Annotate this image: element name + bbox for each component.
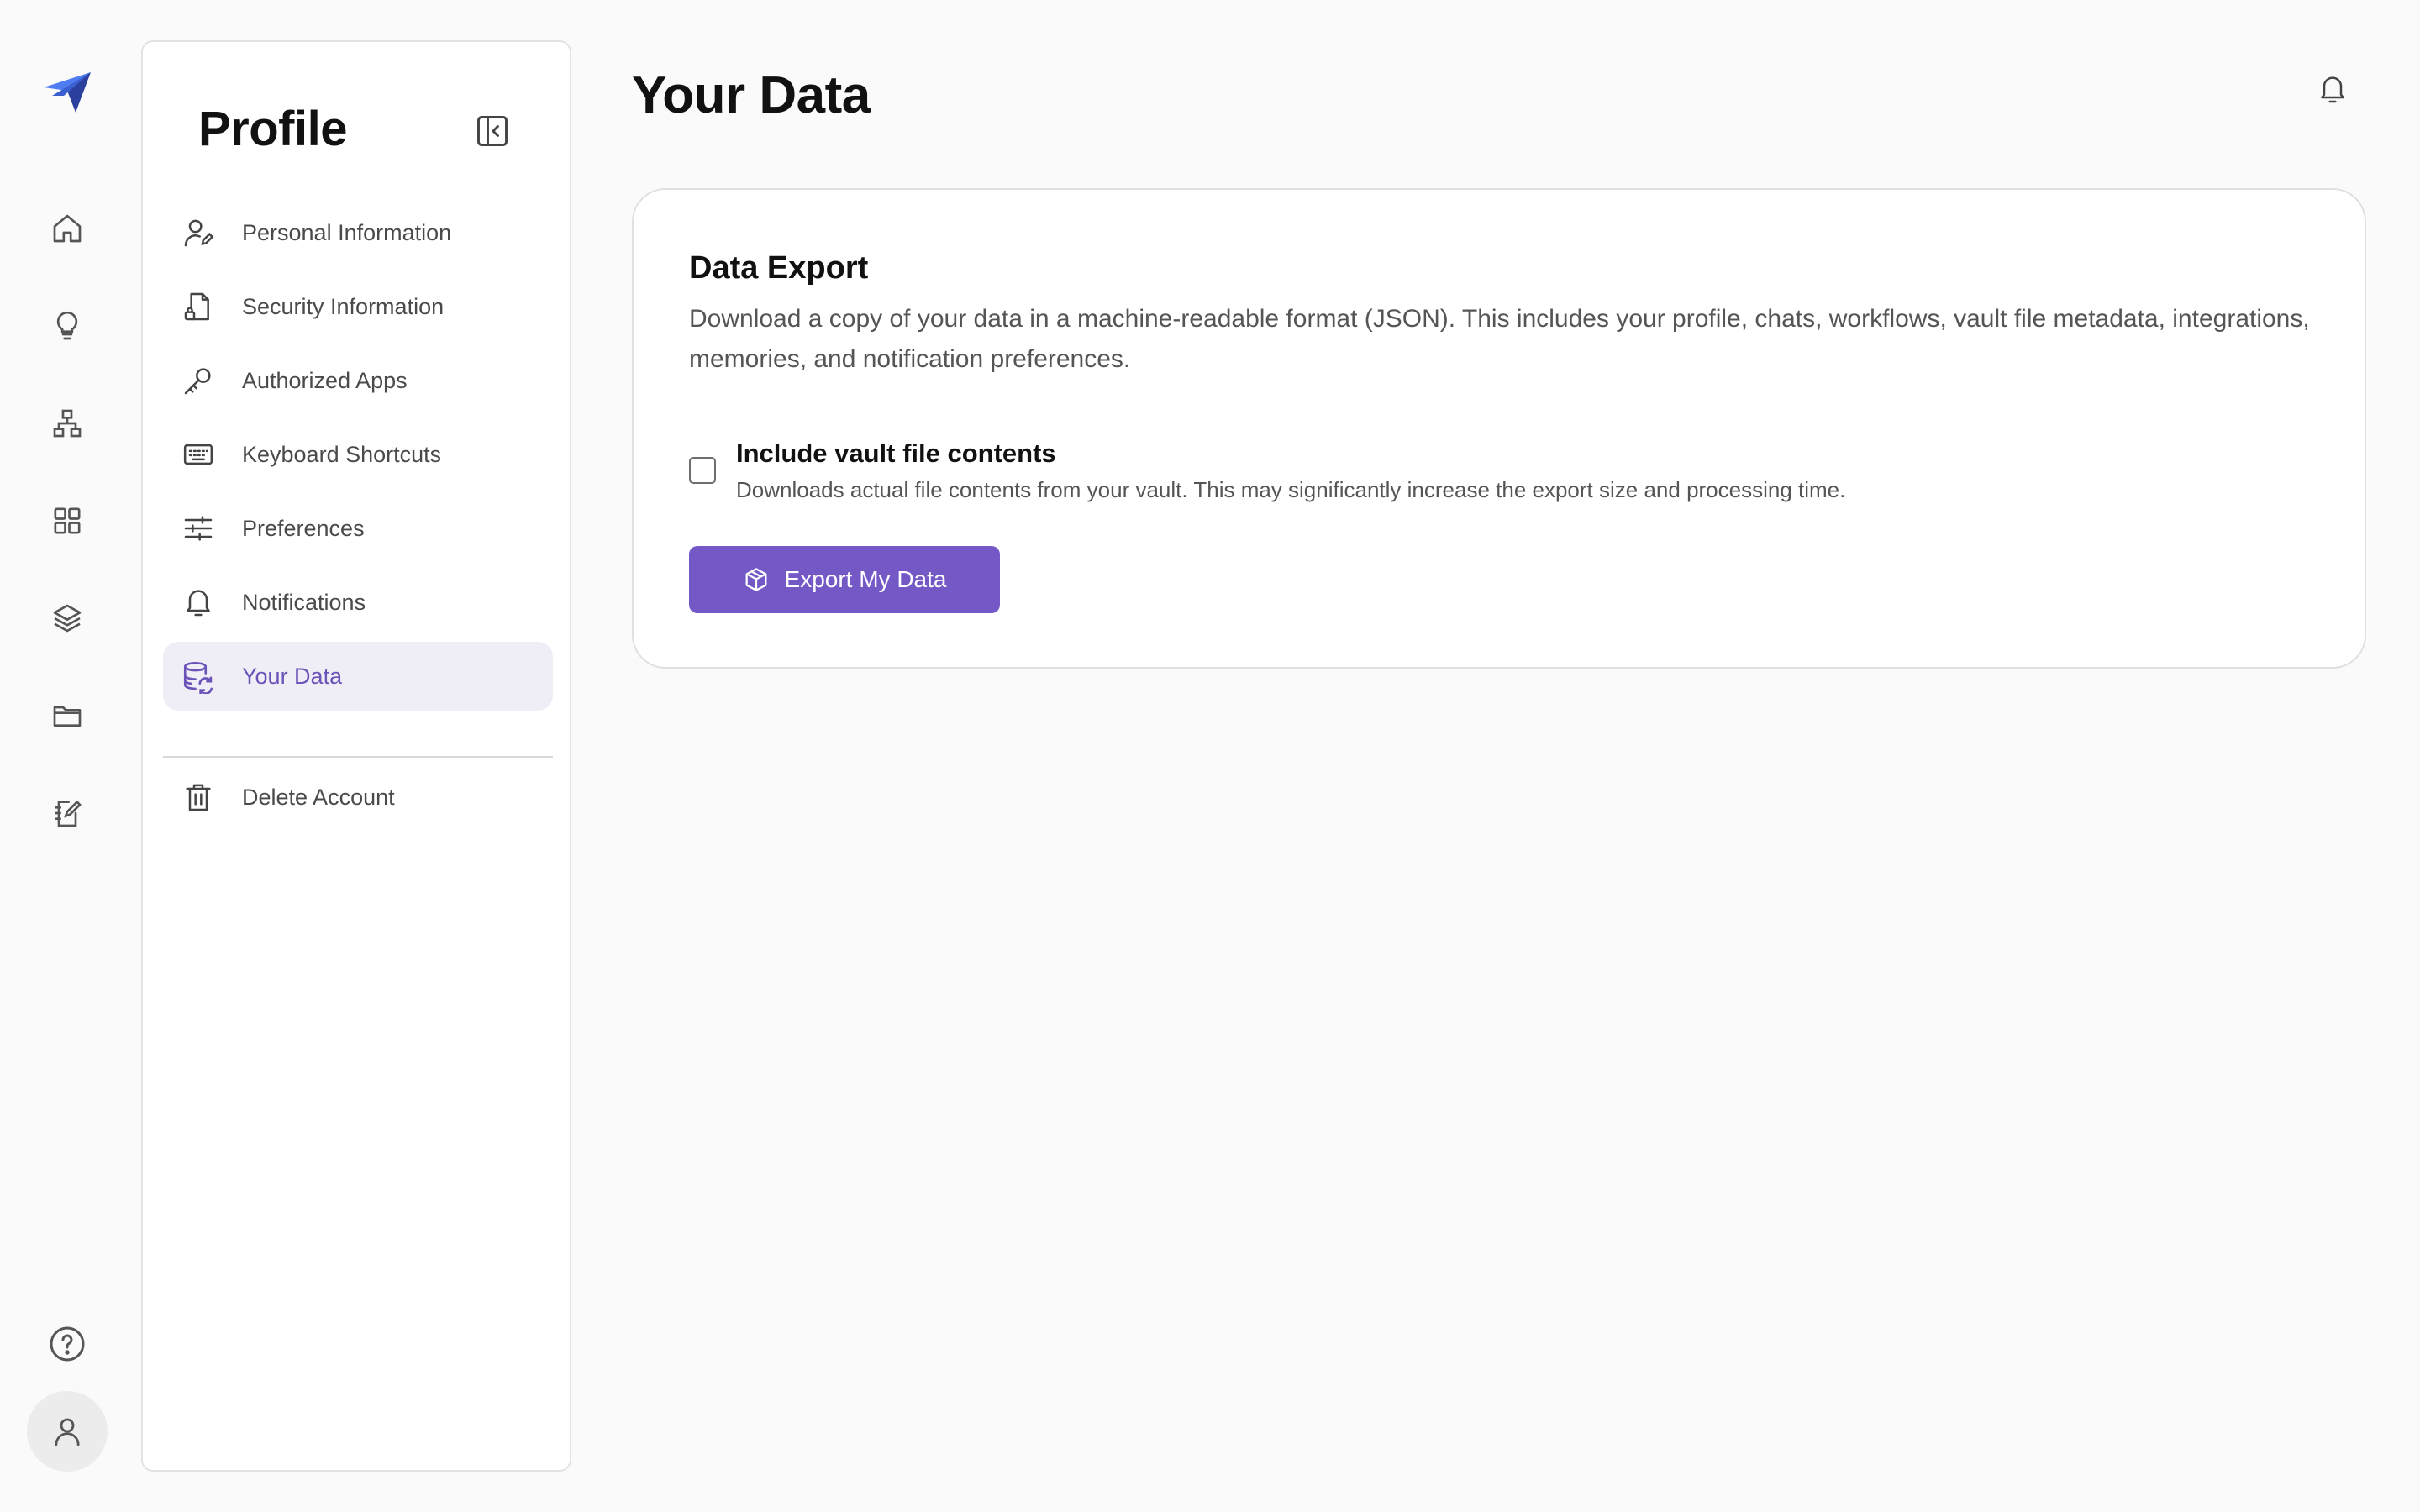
sidebar-item-label: Your Data <box>242 663 343 689</box>
rail-ideas-button[interactable] <box>27 286 108 366</box>
include-vault-contents-checkbox[interactable] <box>689 457 716 484</box>
sidebar-item-label: Preferences <box>242 515 365 541</box>
sidebar-item-authorized-apps[interactable]: Authorized Apps <box>163 346 553 415</box>
sidebar-item-personal-information[interactable]: Personal Information <box>163 198 553 267</box>
folder-icon <box>50 699 84 732</box>
database-refresh-icon <box>163 659 234 694</box>
sidebar-item-label: Keyboard Shortcuts <box>242 441 442 467</box>
rail-files-button[interactable] <box>27 675 108 756</box>
card-title: Data Export <box>689 250 869 286</box>
rail-layers-button[interactable] <box>27 578 108 659</box>
rail-home-button[interactable] <box>27 188 108 269</box>
notebook-edit-icon <box>50 796 84 830</box>
sidebar-item-delete-account[interactable]: Delete Account <box>163 763 553 832</box>
bell-icon <box>2316 72 2356 106</box>
icon-rail <box>0 0 134 1512</box>
app-logo-icon[interactable] <box>42 71 92 114</box>
sidebar-collapse-icon <box>474 113 511 150</box>
user-pen-icon <box>163 216 234 249</box>
sidebar-item-label: Security Information <box>242 293 445 319</box>
sidebar-item-label: Personal Information <box>242 219 452 245</box>
help-circle-icon <box>47 1324 87 1364</box>
sidebar-item-notifications[interactable]: Notifications <box>163 568 553 637</box>
notifications-button[interactable] <box>2316 72 2356 113</box>
sidebar-item-keyboard-shortcuts[interactable]: Keyboard Shortcuts <box>163 420 553 489</box>
sidebar-item-label: Authorized Apps <box>242 367 408 393</box>
layers-icon <box>50 601 84 635</box>
rail-notes-button[interactable] <box>27 773 108 853</box>
profile-sidebar: Profile Personal Information Security In… <box>141 40 571 1472</box>
rail-profile-button[interactable] <box>27 1391 108 1472</box>
sidebar-item-your-data[interactable]: Your Data <box>163 642 553 711</box>
sidebar-item-label: Notifications <box>242 589 366 615</box>
user-icon <box>50 1414 85 1449</box>
rail-help-button[interactable] <box>27 1304 108 1384</box>
rail-workflows-button[interactable] <box>27 383 108 464</box>
collapse-sidebar-button[interactable] <box>471 109 514 153</box>
rail-apps-button[interactable] <box>27 480 108 561</box>
trash-icon <box>163 780 234 814</box>
lightbulb-icon <box>50 309 84 343</box>
sidebar-item-label: Delete Account <box>242 784 395 810</box>
keyboard-icon <box>163 438 234 471</box>
sidebar-item-security-information[interactable]: Security Information <box>163 272 553 341</box>
apps-grid-icon <box>50 504 84 538</box>
export-my-data-button[interactable]: Export My Data <box>689 546 1000 613</box>
data-export-card: Data Export Download a copy of your data… <box>632 188 2366 669</box>
checkbox-help-text: Downloads actual file contents from your… <box>736 477 1846 502</box>
page-title: Your Data <box>632 66 871 124</box>
key-icon <box>163 364 234 397</box>
sidebar-item-preferences[interactable]: Preferences <box>163 494 553 563</box>
checkbox-label[interactable]: Include vault file contents <box>736 438 1056 469</box>
card-description: Download a copy of your data in a machin… <box>689 305 2310 373</box>
sliders-icon <box>163 512 234 545</box>
sidebar-divider <box>163 756 553 758</box>
bell-icon <box>163 585 234 619</box>
file-lock-icon <box>163 290 234 323</box>
home-icon <box>50 212 84 245</box>
org-chart-icon <box>50 407 84 440</box>
package-icon <box>743 566 770 593</box>
export-button-label: Export My Data <box>784 566 947 592</box>
sidebar-title: Profile <box>198 102 348 156</box>
